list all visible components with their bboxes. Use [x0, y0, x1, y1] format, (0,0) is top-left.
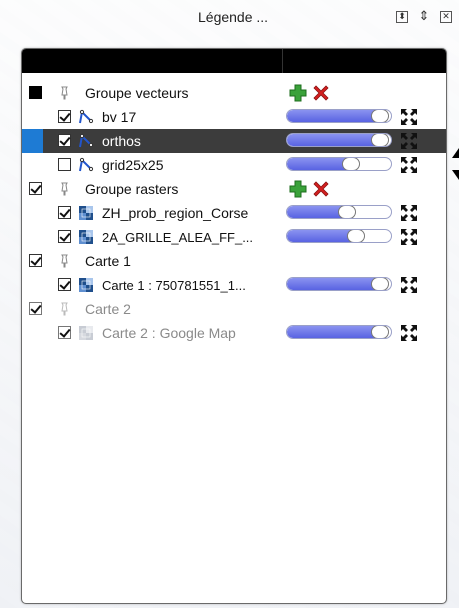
- layer-checkbox[interactable]: [58, 278, 71, 291]
- layer-row[interactable]: ZH_prob_region_Corse: [22, 201, 446, 225]
- group-folder-icon: [61, 86, 68, 100]
- opacity-slider[interactable]: [286, 325, 392, 339]
- zoom-to-extent-icon[interactable]: [400, 156, 418, 174]
- close-icon[interactable]: ✕: [440, 11, 452, 23]
- layer-label: ZH_prob_region_Corse: [102, 205, 249, 221]
- layer-checkbox[interactable]: [58, 158, 71, 171]
- group-checkbox[interactable]: [29, 302, 42, 315]
- group-label: Carte 1: [85, 253, 131, 269]
- group-checkbox[interactable]: [29, 86, 42, 99]
- layer-label: Carte 1 : 750781551_1...: [102, 278, 246, 293]
- pin-icon[interactable]: ⇕: [418, 10, 430, 23]
- group-label: Groupe vecteurs: [85, 85, 189, 101]
- zoom-to-extent-icon[interactable]: [400, 132, 418, 150]
- opacity-slider[interactable]: [286, 229, 392, 243]
- group-checkbox[interactable]: [29, 254, 42, 267]
- opacity-slider[interactable]: [286, 133, 392, 147]
- opacity-slider-fill: [287, 326, 380, 338]
- layer-label: grid25x25: [102, 157, 164, 173]
- title-bar[interactable]: Légende ... ⬍ ⇕ ✕: [0, 0, 459, 34]
- opacity-slider-fill: [287, 110, 380, 122]
- zoom-to-extent-icon[interactable]: [400, 108, 418, 126]
- group-row[interactable]: Carte 2: [22, 297, 446, 321]
- add-layer-icon[interactable]: [289, 84, 307, 102]
- group-row[interactable]: Carte 1: [22, 249, 446, 273]
- window-title: Légende ...: [198, 9, 269, 25]
- group-checkbox[interactable]: [29, 182, 42, 195]
- layer-checkbox[interactable]: [58, 326, 71, 339]
- opacity-slider[interactable]: [286, 205, 392, 219]
- zoom-to-extent-icon[interactable]: [400, 324, 418, 342]
- layer-row[interactable]: 2A_GRILLE_ALEA_FF_...: [22, 225, 446, 249]
- add-layer-icon[interactable]: [289, 180, 307, 198]
- layer-label: Carte 2 : Google Map: [102, 325, 236, 341]
- group-row[interactable]: Groupe rasters: [22, 177, 446, 201]
- layer-tree: Groupe vecteurs bv 17 orthos grid25x25 Group…: [22, 73, 446, 593]
- opacity-slider[interactable]: [286, 277, 392, 291]
- layer-label: bv 17: [102, 109, 137, 125]
- raster-icon: [79, 206, 93, 220]
- raster-icon: [79, 278, 93, 292]
- opacity-slider-handle[interactable]: [371, 326, 389, 338]
- group-folder-icon: [61, 182, 68, 196]
- group-label: Groupe rasters: [85, 181, 179, 197]
- opacity-slider-handle[interactable]: [342, 158, 360, 170]
- opacity-slider[interactable]: [286, 109, 392, 123]
- legend-header: [22, 49, 446, 73]
- vector-line-icon: [79, 157, 94, 172]
- group-label: Carte 2: [85, 301, 131, 317]
- layer-checkbox[interactable]: [58, 110, 71, 123]
- zoom-to-extent-icon[interactable]: [400, 276, 418, 294]
- selection-accent: [22, 129, 43, 153]
- layer-checkbox[interactable]: [58, 230, 71, 243]
- delete-group-icon[interactable]: [311, 83, 331, 103]
- layer-row[interactable]: bv 17: [22, 105, 446, 129]
- layer-label: 2A_GRILLE_ALEA_FF_...: [102, 230, 254, 245]
- raster-icon: [79, 230, 93, 244]
- layer-label: orthos: [102, 133, 141, 149]
- zoom-to-extent-icon[interactable]: [400, 204, 418, 222]
- layer-checkbox[interactable]: [58, 134, 71, 147]
- legend-panel: Groupe vecteurs bv 17 orthos grid25x25 Group…: [21, 48, 447, 604]
- delete-group-icon[interactable]: [311, 179, 331, 199]
- opacity-slider-handle[interactable]: [347, 230, 365, 242]
- opacity-slider-handle[interactable]: [338, 206, 356, 218]
- layer-row[interactable]: grid25x25: [22, 153, 446, 177]
- group-folder-icon: [61, 302, 68, 316]
- opacity-slider[interactable]: [286, 157, 392, 171]
- layer-checkbox[interactable]: [58, 206, 71, 219]
- layer-row[interactable]: Carte 2 : Google Map: [22, 321, 446, 345]
- layer-row[interactable]: Carte 1 : 750781551_1...: [22, 273, 446, 297]
- zoom-to-extent-icon[interactable]: [400, 228, 418, 246]
- float-icon[interactable]: ⬍: [396, 11, 408, 23]
- opacity-slider-handle[interactable]: [371, 134, 389, 146]
- group-row[interactable]: Groupe vecteurs: [22, 81, 446, 105]
- layer-row[interactable]: orthos: [22, 129, 446, 153]
- group-folder-icon: [61, 254, 68, 268]
- vector-line-icon: [79, 133, 94, 148]
- opacity-slider-handle[interactable]: [371, 278, 389, 290]
- legend-window: Légende ... ⬍ ⇕ ✕ Groupe vecteurs bv 17 or…: [0, 0, 459, 608]
- opacity-slider-fill: [287, 230, 356, 242]
- opacity-slider-fill: [287, 278, 380, 290]
- raster-icon: [79, 326, 93, 340]
- opacity-slider-fill: [287, 134, 380, 146]
- opacity-slider-handle[interactable]: [371, 110, 389, 122]
- scroll-down-arrow-icon[interactable]: [451, 168, 459, 182]
- scroll-up-arrow-icon[interactable]: [451, 146, 459, 160]
- vector-line-icon: [79, 109, 94, 124]
- header-divider: [282, 49, 283, 73]
